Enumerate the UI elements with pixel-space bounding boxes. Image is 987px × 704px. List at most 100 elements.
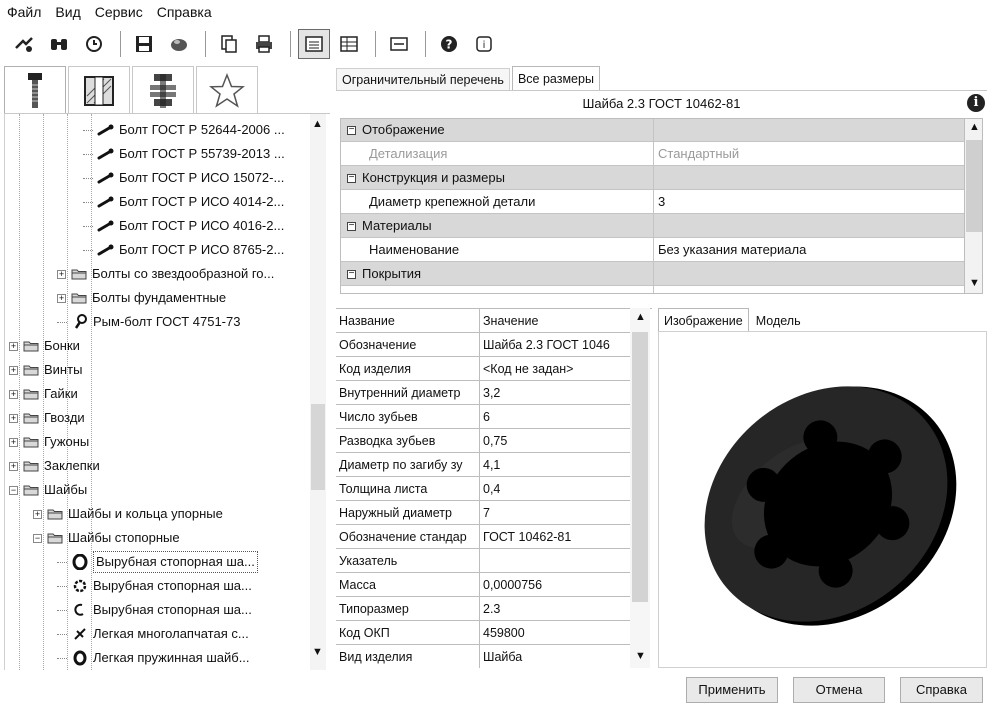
- table-row[interactable]: Указатель: [336, 549, 636, 573]
- table-row[interactable]: Типоразмер 2.3: [336, 597, 636, 621]
- param-value-cell[interactable]: [480, 549, 636, 573]
- props-scroll-up-arrow[interactable]: ▲: [969, 121, 980, 133]
- history-icon[interactable]: [78, 29, 110, 59]
- table-scrollbar-thumb[interactable]: [632, 332, 648, 602]
- property-value[interactable]: [654, 262, 964, 286]
- expand-icon[interactable]: +: [9, 389, 18, 399]
- tree-item[interactable]: Рым-болт ГОСТ 4751-73: [57, 310, 240, 334]
- copy-icon[interactable]: [213, 29, 245, 59]
- property-grid-scrollbar-thumb[interactable]: [966, 140, 982, 232]
- param-value-cell[interactable]: 7: [480, 501, 636, 525]
- tree-item[interactable]: Болт ГОСТ Р ИСО 8765-2...: [83, 238, 284, 262]
- table-row[interactable]: Масса 0,0000756: [336, 573, 636, 597]
- apply-button[interactable]: Применить: [686, 677, 778, 703]
- tree-scrollbar[interactable]: [310, 114, 326, 670]
- property-row[interactable]: Наименование Без указания материала: [341, 238, 964, 262]
- property-value[interactable]: 3: [654, 190, 964, 214]
- tree-item[interactable]: + Шайбы и кольца упорные: [33, 502, 223, 526]
- table-row[interactable]: Толщина листа 0,4: [336, 477, 636, 501]
- expand-icon[interactable]: +: [9, 437, 18, 447]
- binoculars-icon[interactable]: [43, 29, 75, 59]
- property-value[interactable]: Без указания материала: [654, 238, 964, 262]
- property-row[interactable]: Диаметр крепежной детали 3: [341, 190, 964, 214]
- param-value-cell[interactable]: Шайба: [480, 645, 636, 668]
- tree-item[interactable]: + Заклепки: [9, 454, 100, 478]
- tree-item[interactable]: Болт ГОСТ Р 55739-2013 ...: [83, 142, 285, 166]
- table-row[interactable]: Число зубьев 6: [336, 405, 636, 429]
- tree-scroll-up-arrow[interactable]: ▲: [312, 118, 323, 130]
- collapse-icon[interactable]: −: [347, 173, 356, 184]
- param-value-cell[interactable]: 2.3: [480, 597, 636, 621]
- tree-scroll-down-arrow[interactable]: ▼: [312, 646, 323, 658]
- collapse-icon[interactable]: −: [347, 269, 356, 280]
- material-icon[interactable]: [163, 29, 195, 59]
- table-row[interactable]: Обозначение Шайба 2.3 ГОСТ 1046: [336, 333, 636, 357]
- expand-icon[interactable]: +: [57, 293, 66, 303]
- table-row[interactable]: Код изделия <Код не задан>: [336, 357, 636, 381]
- collapse-icon[interactable]: −: [347, 221, 356, 232]
- property-group-row[interactable]: − Покрытия: [341, 262, 964, 286]
- tree-item[interactable]: + Гвозди: [9, 406, 85, 430]
- param-value-cell[interactable]: 459800: [480, 621, 636, 645]
- tree-item[interactable]: + Гужоны: [9, 430, 89, 454]
- property-group-row[interactable]: − Отображение: [341, 119, 964, 142]
- menu-service[interactable]: Сервис: [88, 0, 150, 24]
- connect-icon[interactable]: [8, 29, 40, 59]
- tree-item[interactable]: Легкая пружинная шайб...: [57, 646, 250, 670]
- collapse-icon[interactable]: −: [33, 533, 42, 543]
- tree-item[interactable]: + Болты со звездообразной го...: [57, 262, 274, 286]
- param-value-cell[interactable]: <Код не задан>: [480, 357, 636, 381]
- expand-icon[interactable]: +: [9, 365, 18, 375]
- table-row[interactable]: Разводка зубьев 0,75: [336, 429, 636, 453]
- view-table-icon[interactable]: [333, 29, 365, 59]
- expand-icon[interactable]: +: [33, 509, 42, 519]
- table-header[interactable]: Название Значение: [336, 309, 636, 333]
- view-large-icon[interactable]: [298, 29, 330, 59]
- collapse-icon[interactable]: −: [9, 485, 18, 495]
- param-value-cell[interactable]: 6: [480, 405, 636, 429]
- param-value-cell[interactable]: Шайба 2.3 ГОСТ 1046: [480, 333, 636, 357]
- table-row[interactable]: Код ОКП 459800: [336, 621, 636, 645]
- tree-item[interactable]: Вырубная стопорная ша...: [57, 574, 252, 598]
- param-value-cell[interactable]: 0,75: [480, 429, 636, 453]
- collapse-icon[interactable]: −: [347, 125, 356, 136]
- tab-bolts[interactable]: [4, 66, 66, 114]
- property-group-row[interactable]: − Конструкция и размеры: [341, 166, 964, 190]
- property-value[interactable]: [654, 119, 964, 142]
- property-value[interactable]: [654, 214, 964, 238]
- tree-item[interactable]: Болт ГОСТ Р ИСО 15072-...: [83, 166, 284, 190]
- param-value-cell[interactable]: 3,2: [480, 381, 636, 405]
- tree-item[interactable]: Вырубная стопорная ша...: [57, 598, 252, 622]
- param-value-cell[interactable]: ГОСТ 10462-81: [480, 525, 636, 549]
- expand-icon[interactable]: +: [57, 269, 66, 279]
- tab-all-sizes[interactable]: Все размеры: [511, 66, 600, 90]
- property-row[interactable]: Детализация Стандартный: [341, 142, 964, 166]
- tree-item[interactable]: Болт ГОСТ Р ИСО 4014-2...: [83, 190, 284, 214]
- info-icon[interactable]: i: [468, 29, 500, 59]
- tab-favorites[interactable]: [196, 66, 258, 114]
- tree-item[interactable]: Вырубная стопорная ша...: [57, 550, 258, 574]
- save-icon[interactable]: [128, 29, 160, 59]
- menu-view[interactable]: Вид: [48, 0, 87, 24]
- property-value[interactable]: Нет: [654, 286, 964, 293]
- tab-image[interactable]: Изображение: [658, 308, 749, 332]
- tree-item[interactable]: + Бонки: [9, 334, 80, 358]
- view-list-icon[interactable]: [383, 29, 415, 59]
- tree-item[interactable]: Легкая многолапчатая с...: [57, 622, 249, 646]
- property-row[interactable]: Толщина покрытия Нет: [341, 286, 964, 293]
- table-row[interactable]: Наружный диаметр 7: [336, 501, 636, 525]
- property-value[interactable]: [654, 166, 964, 190]
- tree-item[interactable]: − Шайбы стопорные: [33, 526, 180, 550]
- menu-help[interactable]: Справка: [150, 0, 219, 24]
- tree-scrollbar-thumb[interactable]: [311, 404, 325, 490]
- param-value-cell[interactable]: 0,4: [480, 477, 636, 501]
- expand-icon[interactable]: +: [9, 341, 18, 351]
- param-value-cell[interactable]: 4,1: [480, 453, 636, 477]
- table-scroll-down-arrow[interactable]: ▼: [635, 650, 646, 662]
- tree-item[interactable]: Болт ГОСТ Р 52644-2006 ...: [83, 118, 285, 142]
- table-row[interactable]: Вид изделия Шайба: [336, 645, 636, 668]
- tree-item[interactable]: − Шайбы: [9, 478, 87, 502]
- table-scroll-up-arrow[interactable]: ▲: [635, 311, 646, 323]
- expand-icon[interactable]: +: [9, 413, 18, 423]
- tree-item[interactable]: + Гайки: [9, 382, 78, 406]
